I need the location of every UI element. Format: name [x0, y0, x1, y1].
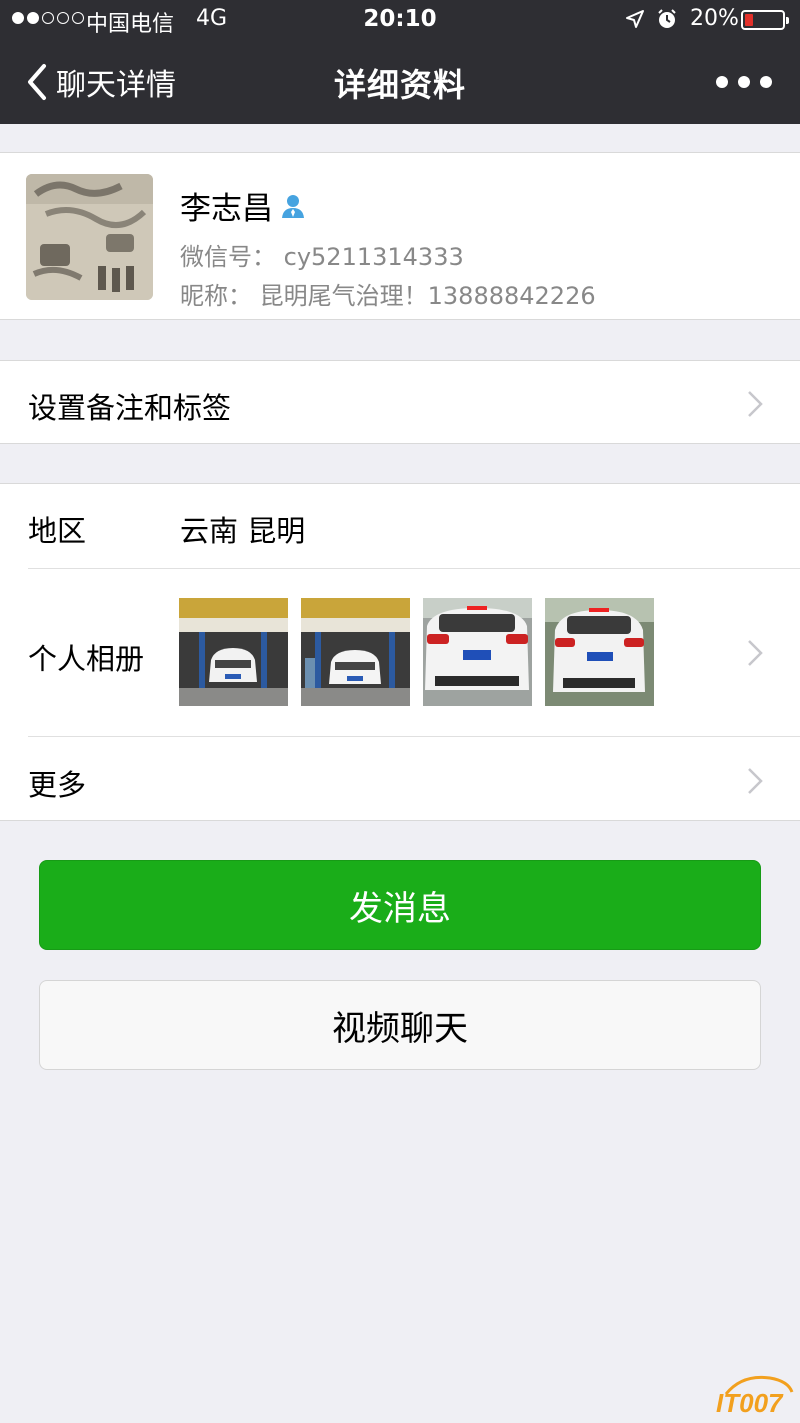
alarm-clock-icon	[658, 9, 676, 28]
white-suv-rear-photo[interactable]	[423, 598, 532, 706]
garage-white-suv-photo[interactable]	[301, 598, 410, 706]
set-remark-and-tags-row[interactable]: 设置备注和标签	[0, 360, 800, 444]
battery-icon	[741, 10, 789, 30]
wechat-id-row: 微信号： cy5211314333	[180, 237, 464, 272]
avatar[interactable]	[26, 174, 153, 300]
info-section: 地区 云南 昆明 个人相册 更多	[0, 483, 800, 821]
remark-label: 设置备注和标签	[28, 391, 232, 425]
watermark-text: IT007	[716, 1388, 784, 1418]
more-options-button[interactable]	[716, 68, 772, 96]
contact-name-row: 李志昌	[180, 183, 307, 228]
page-title: 详细资料	[333, 66, 466, 104]
it007-watermark-logo: IT007	[716, 1375, 794, 1418]
send-message-button[interactable]: 发消息	[39, 860, 761, 950]
wechat-id-value: cy5211314333	[283, 243, 464, 271]
region-value: 云南 昆明	[180, 514, 306, 548]
profile-card: 李志昌 微信号： cy5211314333 昵称： 昆明尾气治理！1388884…	[0, 152, 800, 320]
ellipsis-icon	[716, 76, 728, 88]
white-suv-rear-photo[interactable]	[545, 598, 654, 706]
nickname-label: 昵称：	[180, 282, 252, 310]
chevron-right-icon	[748, 640, 763, 666]
nickname-value: 昆明尾气治理！13888842226	[259, 282, 596, 310]
region-label: 地区	[28, 514, 87, 548]
divider	[28, 736, 800, 737]
more-label: 更多	[28, 768, 87, 802]
wechat-id-label: 微信号：	[180, 243, 276, 271]
chevron-right-icon	[748, 391, 763, 417]
battery-percent: 20%	[690, 6, 739, 31]
top-bar: 中国电信 4G 20:10 20% 聊天详情 详细资料	[0, 0, 800, 124]
location-arrow-icon	[626, 10, 644, 28]
contact-name: 李志昌	[180, 191, 273, 227]
status-time: 20:10	[363, 6, 437, 32]
chevron-right-icon	[748, 768, 763, 794]
divider	[28, 568, 800, 569]
album-label: 个人相册	[28, 642, 145, 676]
status-bar: 中国电信 4G 20:10 20%	[0, 0, 800, 40]
male-icon	[282, 194, 304, 218]
garage-white-suv-photo[interactable]	[179, 598, 288, 706]
video-chat-button[interactable]: 视频聊天	[39, 980, 761, 1070]
nickname-row: 昵称： 昆明尾气治理！13888842226	[180, 276, 596, 311]
